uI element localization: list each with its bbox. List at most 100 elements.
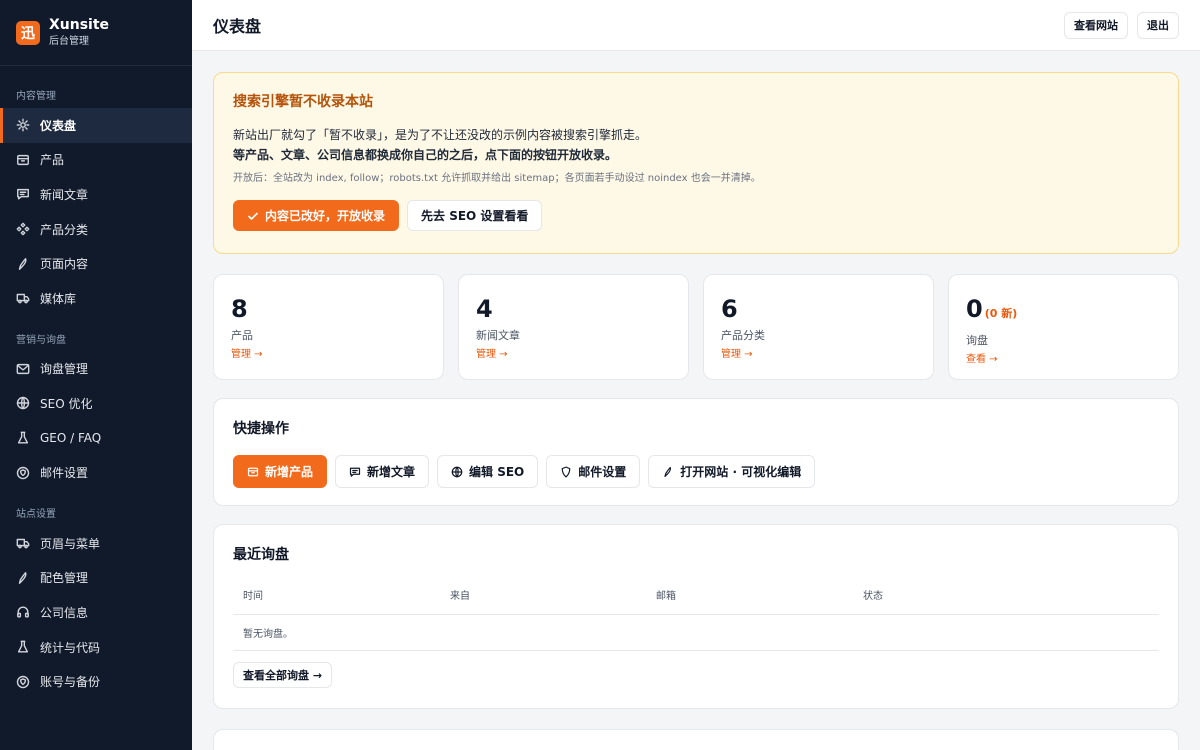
stat-value: 8 xyxy=(231,295,248,323)
nav-group-site: 站点设置 xyxy=(16,508,56,520)
sidebar-item-seo[interactable]: SEO 优化 xyxy=(0,386,192,421)
sidebar-item-analytics[interactable]: 统计与代码 xyxy=(0,630,192,665)
brand-name: Xunsite xyxy=(49,16,110,33)
seo-settings-button[interactable]: 先去 SEO 设置看看 xyxy=(407,200,543,231)
stat-value: 6 xyxy=(721,295,738,323)
sidebar-item-geo-faq[interactable]: GEO / FAQ xyxy=(0,421,192,456)
sidebar-item-label: 账号与备份 xyxy=(40,675,101,690)
column-status: 状态 xyxy=(863,591,883,602)
pen-icon xyxy=(664,466,672,477)
stat-link[interactable]: 管理 → xyxy=(476,348,671,361)
sidebar-item-company[interactable]: 公司信息 xyxy=(0,595,192,630)
sidebar-item-pages[interactable]: 页面内容 xyxy=(0,246,192,281)
categories-icon xyxy=(16,222,30,236)
brand[interactable]: 迅 Xunsite 后台管理 xyxy=(0,0,192,66)
stat-label: 询盘 xyxy=(966,334,988,347)
box-icon xyxy=(247,467,259,476)
notice-line-1: 新站出厂就勾了「暂不收录」，是为了不让还没改的示例内容被搜索引擎抓走。 xyxy=(233,128,648,142)
quick-actions-card: 快捷操作 新增产品 新增文章 编辑 SEO 邮件设置 打开网站 · 可视化编辑 xyxy=(213,398,1179,506)
sidebar-item-products[interactable]: 产品 xyxy=(0,143,192,178)
check-icon xyxy=(248,212,258,220)
stat-label: 产品分类 xyxy=(721,329,765,342)
page-title: 仪表盘 xyxy=(213,17,262,36)
sidebar-item-label: SEO 优化 xyxy=(40,396,93,411)
nav-group-content: 内容管理 xyxy=(16,91,56,102)
shield-icon xyxy=(561,466,571,477)
button-label: 打开网站 · 可视化编辑 xyxy=(680,465,802,479)
sidebar-item-colors[interactable]: 配色管理 xyxy=(0,561,192,596)
stats-row: 8 产品 管理 → 4 新闻文章 管理 → 6 产品分类 管理 → 0 (0 新)… xyxy=(213,274,1179,380)
sidebar-item-mail-settings[interactable]: 邮件设置 xyxy=(0,455,192,490)
stat-link[interactable]: 管理 → xyxy=(721,348,916,361)
globe-icon xyxy=(451,466,463,477)
sidebar-item-header-menu[interactable]: 页眉与菜单 xyxy=(0,526,192,561)
view-site-button[interactable]: 查看网站 xyxy=(1064,11,1128,39)
truck-icon xyxy=(16,291,30,305)
sidebar-item-categories[interactable]: 产品分类 xyxy=(0,212,192,247)
box-icon xyxy=(16,153,30,167)
new-product-button[interactable]: 新增产品 xyxy=(233,455,328,488)
edit-seo-button[interactable]: 编辑 SEO xyxy=(437,455,539,488)
sidebar: 迅 Xunsite 后台管理 内容管理 仪表盘 产品 新闻文章 产品分类 页面内… xyxy=(0,0,192,750)
column-from: 来自 xyxy=(450,591,470,602)
sidebar-item-inquiries[interactable]: 询盘管理 xyxy=(0,352,192,387)
sidebar-item-dashboard[interactable]: 仪表盘 xyxy=(0,108,192,143)
recent-inquiries-card: 最近询盘 时间 来自 邮箱 状态 暂无询盘。 查看全部询盘 → xyxy=(213,524,1179,709)
mail-settings-button[interactable]: 邮件设置 xyxy=(546,455,641,488)
mail-icon xyxy=(16,362,30,376)
stat-link[interactable]: 管理 → xyxy=(231,348,426,361)
sidebar-item-label: 新闻文章 xyxy=(40,187,89,202)
new-article-button[interactable]: 新增文章 xyxy=(335,455,430,488)
stat-card-inquiries: 0 (0 新) 询盘 查看 → xyxy=(948,274,1179,380)
sidebar-item-account[interactable]: 账号与备份 xyxy=(0,664,192,699)
flask-icon xyxy=(16,640,30,654)
column-email: 邮箱 xyxy=(656,591,676,602)
button-label: 编辑 SEO xyxy=(469,465,525,479)
sidebar-item-label: 产品分类 xyxy=(40,222,89,237)
sidebar-item-label: 公司信息 xyxy=(40,605,89,620)
stat-label: 产品 xyxy=(231,329,253,342)
sidebar-item-news[interactable]: 新闻文章 xyxy=(0,177,192,212)
sidebar-item-media[interactable]: 媒体库 xyxy=(0,281,192,316)
brand-logo: 迅 xyxy=(16,20,40,45)
open-site-visual-edit-button[interactable]: 打开网站 · 可视化编辑 xyxy=(648,455,816,488)
dashboard-icon xyxy=(16,118,30,132)
stat-value: 4 xyxy=(476,295,493,323)
button-label: 新增产品 xyxy=(265,465,314,479)
enable-indexing-button[interactable]: 内容已改好，开放收录 xyxy=(233,200,400,231)
empty-state: 暂无询盘。 xyxy=(233,615,1159,651)
main-content: 搜索引擎暂不收录本站 新站出厂就勾了「暂不收录」，是为了不让还没改的示例内容被搜… xyxy=(213,72,1179,750)
stat-card-products: 8 产品 管理 → xyxy=(213,274,444,380)
view-all-inquiries-button[interactable]: 查看全部询盘 → xyxy=(233,662,333,688)
sidebar-item-label: 页面内容 xyxy=(40,257,89,272)
stat-card-categories: 6 产品分类 管理 → xyxy=(703,274,934,380)
quick-actions-title: 快捷操作 xyxy=(233,421,289,437)
nav-group-marketing: 营销与询盘 xyxy=(16,334,66,346)
pen-icon xyxy=(16,257,30,271)
sidebar-item-label: 仪表盘 xyxy=(40,118,77,133)
sidebar-item-label: 产品 xyxy=(40,153,65,168)
sidebar-item-label: 邮件设置 xyxy=(40,466,89,481)
sidebar-item-label: 配色管理 xyxy=(40,571,89,586)
globe-icon xyxy=(16,396,30,410)
logout-button[interactable]: 退出 xyxy=(1137,11,1179,39)
enable-indexing-label: 内容已改好，开放收录 xyxy=(265,209,386,223)
shield-icon xyxy=(16,675,30,689)
button-label: 新增文章 xyxy=(367,465,416,479)
stat-new-count: (0 新) xyxy=(984,307,1018,320)
truck-icon xyxy=(16,536,30,550)
notice-title: 搜索引擎暂不收录本站 xyxy=(233,94,373,110)
stat-link[interactable]: 查看 → xyxy=(966,353,1161,366)
notice-note: 开放后：全站改为 index, follow；robots.txt 允许抓取并给… xyxy=(233,173,761,184)
pen-icon xyxy=(16,571,30,585)
flask-icon xyxy=(16,431,30,445)
shield-icon xyxy=(16,466,30,480)
notice-line-2: 等产品、文章、公司信息都换成你自己的之后，点下面的按钮开放收录。 xyxy=(233,148,618,162)
stat-label: 新闻文章 xyxy=(476,329,520,342)
table-header: 时间 来自 邮箱 状态 xyxy=(233,585,1159,615)
message-icon xyxy=(16,187,30,201)
sidebar-item-label: 媒体库 xyxy=(40,291,77,306)
message-icon xyxy=(349,467,361,477)
brand-subtitle: 后台管理 xyxy=(49,35,89,47)
noindex-notice: 搜索引擎暂不收录本站 新站出厂就勾了「暂不收录」，是为了不让还没改的示例内容被搜… xyxy=(213,72,1179,254)
